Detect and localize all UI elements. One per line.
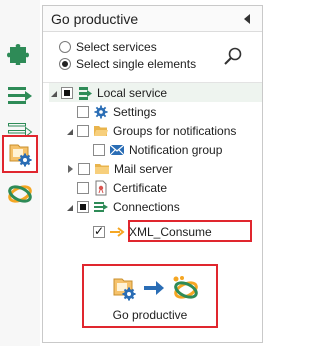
option-select-services[interactable]: Select services xyxy=(59,40,157,54)
expand-open-icon[interactable] xyxy=(67,128,73,135)
checkbox-settings[interactable] xyxy=(77,105,89,118)
checkbox-groups-for-notifications[interactable] xyxy=(77,124,89,137)
ring-icon xyxy=(8,185,32,203)
tree-label: Certificate xyxy=(113,180,168,195)
tree-label: XML_Consume xyxy=(129,224,212,239)
left-toolbar xyxy=(0,0,40,346)
lines-arrow-icon xyxy=(8,87,32,104)
tree-label: Groups for notifications xyxy=(113,123,237,138)
go-productive-panel: Go productive Select services Select sin… xyxy=(42,5,263,343)
rail-button-processes[interactable] xyxy=(2,78,38,114)
checkbox-certificate[interactable] xyxy=(77,181,89,194)
folder-open-icon xyxy=(94,125,108,136)
checkbox-mail-server[interactable] xyxy=(78,162,90,175)
expand-closed-icon[interactable] xyxy=(68,164,73,173)
checkbox-notification-group[interactable] xyxy=(93,143,105,156)
folder-icon xyxy=(95,163,109,174)
tree-node-local-service[interactable]: Local service xyxy=(49,83,262,102)
option-select-single-label: Select single elements xyxy=(76,57,197,71)
tree-label: Local service xyxy=(97,85,168,100)
search-icon[interactable] xyxy=(222,46,244,68)
option-select-services-label: Select services xyxy=(76,40,157,54)
checkbox-local-service[interactable] xyxy=(61,86,73,99)
tree-node-xml-consume[interactable]: XML_Consume xyxy=(93,222,212,241)
expand-open-icon[interactable] xyxy=(67,204,73,211)
tree-node-certificate[interactable]: Certificate xyxy=(77,178,167,197)
go-productive-icons xyxy=(110,274,200,302)
checkbox-xml-consume[interactable] xyxy=(93,224,105,238)
panel-header: Go productive xyxy=(43,6,262,32)
radio-select-services[interactable] xyxy=(59,41,71,53)
tree-node-groups-for-notifications[interactable]: Groups for notifications xyxy=(65,121,236,140)
tree-label: Notification group xyxy=(129,142,223,157)
tree-node-mail-server[interactable]: Mail server xyxy=(65,159,173,178)
envelope-icon xyxy=(109,144,125,155)
arrow-right-icon xyxy=(144,281,164,295)
go-productive-label: Go productive xyxy=(112,308,188,322)
rail-button-go-productive[interactable] xyxy=(2,176,38,212)
tree-node-notification-group[interactable]: Notification group xyxy=(93,140,222,159)
puzzle-icon xyxy=(7,44,29,65)
tree-node-connections[interactable]: Connections xyxy=(49,197,180,216)
certificate-icon xyxy=(95,180,107,195)
connections-icon xyxy=(94,201,108,212)
folder-gear-icon xyxy=(113,278,136,301)
tree-label: Connections xyxy=(113,199,180,214)
tree-node-settings[interactable]: Settings xyxy=(77,102,156,121)
rail-button-modules[interactable] xyxy=(2,34,38,70)
radio-select-single-elements[interactable] xyxy=(59,58,71,70)
folder-gear-icon xyxy=(9,144,32,167)
collapse-panel-icon[interactable] xyxy=(244,14,250,24)
go-productive-button[interactable]: Go productive xyxy=(82,264,218,328)
expand-open-icon[interactable] xyxy=(51,90,57,97)
local-service-icon xyxy=(79,86,92,100)
option-select-single-elements[interactable]: Select single elements xyxy=(59,57,196,71)
tree-label: Mail server xyxy=(114,161,173,176)
tree-label: Settings xyxy=(113,104,157,119)
gear-icon xyxy=(94,105,108,118)
arrow-right-icon xyxy=(110,226,125,237)
panel-title: Go productive xyxy=(51,11,139,27)
checkbox-connections[interactable] xyxy=(77,200,89,213)
rail-button-services[interactable] xyxy=(2,135,38,173)
ring-icon xyxy=(173,276,198,299)
